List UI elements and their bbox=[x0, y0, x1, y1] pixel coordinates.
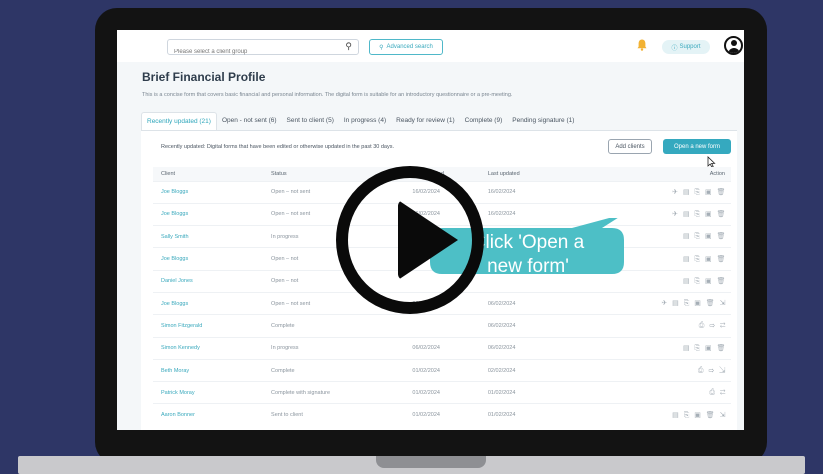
advanced-search-label: Advanced search bbox=[386, 44, 433, 50]
column-client[interactable]: Client bbox=[153, 167, 272, 181]
tab-open-not-sent[interactable]: Open - not sent (6) bbox=[217, 112, 282, 130]
search-input[interactable] bbox=[168, 45, 336, 59]
user-avatar[interactable] bbox=[724, 36, 743, 55]
status-cell: Complete with signature bbox=[271, 381, 413, 404]
open-new-form-button[interactable]: Open a new form bbox=[663, 139, 731, 154]
client-link[interactable]: Simon Kennedy bbox=[153, 336, 272, 360]
status-cell: In progress bbox=[271, 336, 413, 360]
last-updated-cell: 06/02/2024 bbox=[487, 336, 565, 360]
action-icons[interactable]: ⎙ ⇄ bbox=[564, 381, 731, 404]
table-row: Beth Moray Complete 01/02/2024 02/02/202… bbox=[153, 358, 731, 382]
column-action: Action bbox=[564, 167, 731, 181]
client-link[interactable]: Patrick Moray bbox=[153, 381, 272, 404]
status-cell: Complete bbox=[271, 358, 413, 382]
client-link[interactable]: Beth Moray bbox=[153, 358, 272, 382]
column-last-updated[interactable]: Last updated bbox=[487, 167, 565, 181]
advanced-search-button[interactable]: ⚲ Advanced search bbox=[369, 39, 443, 55]
tab-complete[interactable]: Complete (9) bbox=[460, 112, 508, 130]
support-button[interactable]: ⓘ Support bbox=[662, 40, 710, 54]
client-link[interactable]: Sally Smith bbox=[153, 225, 272, 248]
tab-sent-to-client[interactable]: Sent to client (5) bbox=[282, 112, 339, 130]
search-icon[interactable]: ⚲ bbox=[345, 41, 352, 52]
top-bar: ⚲ ⚲ Advanced search ⓘ Support bbox=[117, 30, 744, 62]
action-icons[interactable]: ▤ ⎘ ▣ 🗑 ⇲ bbox=[564, 403, 731, 427]
status-cell: Sent to client bbox=[271, 403, 413, 427]
laptop-notch bbox=[376, 456, 486, 468]
magnifier-icon: ⚲ bbox=[379, 44, 384, 51]
panel-note: Recently updated: Digital forms that hav… bbox=[161, 144, 394, 150]
client-link[interactable]: Aaron Bonner bbox=[153, 403, 272, 427]
tab-recently-updated[interactable]: Recently updated (21) bbox=[141, 112, 217, 130]
bell-icon[interactable] bbox=[637, 39, 647, 51]
client-link[interactable]: Joe Bloggs bbox=[153, 247, 272, 271]
last-updated-cell: 02/02/2024 bbox=[487, 358, 565, 382]
date-created-cell: 01/02/2024 bbox=[412, 358, 488, 382]
table-row: Simon Fitzgerald Complete 06/02/2024 ⎙ ⇨… bbox=[153, 314, 731, 338]
play-icon[interactable] bbox=[398, 200, 458, 280]
table-row: Simon Kennedy In progress 06/02/2024 06/… bbox=[153, 336, 731, 360]
page-description: This is a concise form that covers basic… bbox=[142, 92, 513, 98]
tab-pending-signature[interactable]: Pending signature (1) bbox=[507, 112, 579, 130]
support-label: Support bbox=[679, 44, 701, 50]
action-icons[interactable]: ⎙ ⇨ ⇲ bbox=[564, 358, 731, 382]
table-row: Aaron Bonner Sent to client 01/02/2024 0… bbox=[153, 403, 731, 427]
last-updated-cell: 16/02/2024 bbox=[487, 180, 565, 204]
tab-ready-for-review[interactable]: Ready for review (1) bbox=[391, 112, 460, 130]
page-title: Brief Financial Profile bbox=[142, 70, 266, 84]
action-icons[interactable]: ✈ ▤ ⎘ ▣ 🗑 bbox=[564, 180, 731, 204]
last-updated-cell: 01/02/2024 bbox=[487, 403, 565, 427]
action-icons[interactable]: ▤ ⎘ ▣ 🗑 bbox=[564, 336, 731, 360]
action-icons[interactable]: ⎙ ⇨ ⇄ bbox=[564, 314, 731, 338]
status-tabs: Recently updated (21) Open - not sent (6… bbox=[141, 112, 579, 130]
client-link[interactable]: Joe Bloggs bbox=[153, 180, 272, 204]
action-icons[interactable]: ✈ ▤ ⎘ ▣ 🗑 ⇲ bbox=[564, 291, 731, 315]
client-link[interactable]: Simon Fitzgerald bbox=[153, 314, 272, 338]
client-link[interactable]: Joe Bloggs bbox=[153, 291, 272, 315]
status-cell: Complete bbox=[271, 314, 413, 338]
date-created-cell: 01/02/2024 bbox=[412, 381, 488, 404]
add-clients-button[interactable]: Add clients bbox=[608, 139, 652, 154]
client-group-search[interactable]: ⚲ bbox=[167, 39, 359, 59]
client-link[interactable]: Joe Bloggs bbox=[153, 202, 272, 226]
client-link[interactable]: Daniel Jones bbox=[153, 269, 272, 293]
date-created-cell: 06/02/2024 bbox=[412, 336, 488, 360]
info-icon: ⓘ bbox=[671, 45, 678, 52]
last-updated-cell: 06/02/2024 bbox=[487, 314, 565, 338]
last-updated-cell: 01/02/2024 bbox=[487, 381, 565, 404]
date-created-cell bbox=[412, 314, 488, 338]
date-created-cell: 01/02/2024 bbox=[412, 403, 488, 427]
last-updated-cell: 06/02/2024 bbox=[487, 291, 565, 315]
tab-in-progress[interactable]: In progress (4) bbox=[339, 112, 391, 130]
table-row: Patrick Moray Complete with signature 01… bbox=[153, 381, 731, 404]
